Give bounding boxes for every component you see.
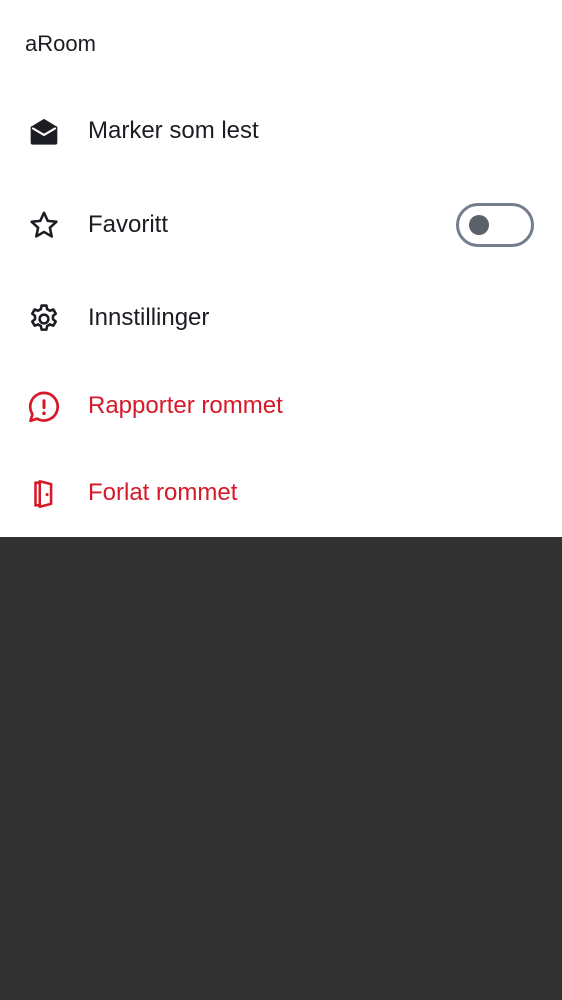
room-title: aRoom (25, 31, 96, 56)
report-room-item[interactable]: Rapporter rommet (0, 387, 562, 427)
leave-room-item[interactable]: Forlat rommet (0, 474, 562, 514)
favourite-item[interactable]: Favoritt (0, 203, 562, 247)
gear-icon (26, 301, 62, 337)
door-exit-icon (26, 476, 62, 512)
favourite-label: Favoritt (88, 211, 169, 238)
settings-label: Innstillinger (88, 304, 210, 331)
mark-as-read-item[interactable]: Marker som lest (0, 112, 562, 152)
leave-room-label: Forlat rommet (88, 479, 238, 506)
star-icon (26, 207, 62, 243)
scrim-backdrop[interactable] (0, 537, 562, 1000)
favourite-toggle[interactable] (456, 203, 534, 247)
envelope-open-icon (26, 114, 62, 150)
room-options-sheet: aRoom Marker som lest Favoritt Innstilli… (0, 0, 562, 537)
settings-item[interactable]: Innstillinger (0, 300, 562, 340)
mark-as-read-label: Marker som lest (88, 117, 259, 144)
report-room-label: Rapporter rommet (88, 392, 283, 419)
report-icon (26, 389, 62, 425)
toggle-knob (469, 215, 489, 235)
